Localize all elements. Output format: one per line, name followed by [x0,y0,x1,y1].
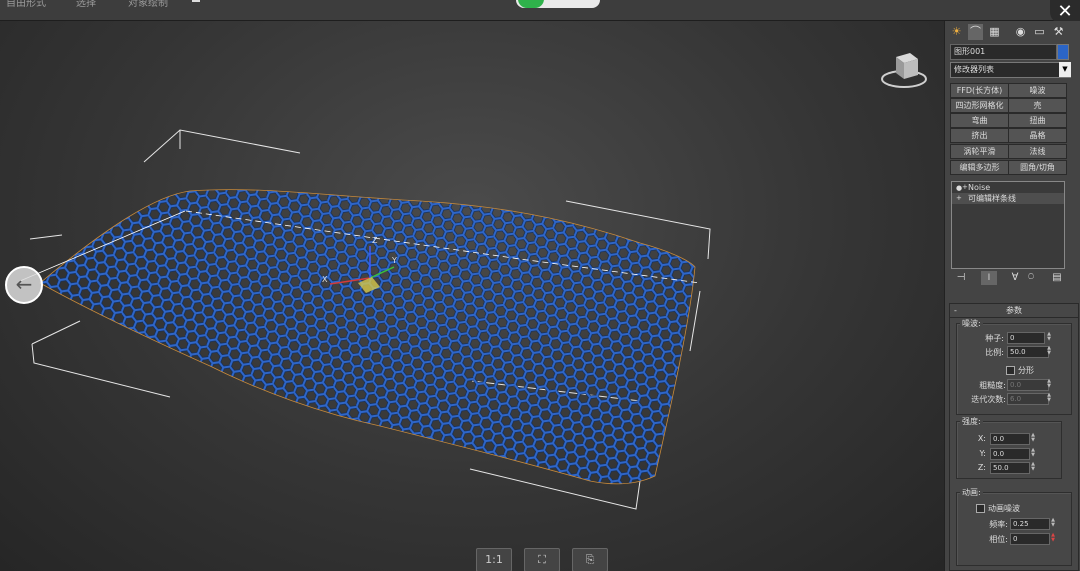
iterations-spinner[interactable]: ▲ ▼ [1046,393,1052,403]
x-strength-spinner[interactable]: ▲ ▼ [1030,433,1036,443]
perspective-viewport[interactable]: X Y Z 1:1 ⛶ ⎘ [0,21,944,571]
fit-view-button[interactable]: ⛶ [524,548,560,571]
modifier-stack[interactable]: ● + Noise + 可编辑样条线 [951,181,1065,269]
stack-item-label: Noise [968,183,991,192]
mod-quadify-button[interactable]: 四边形网格化 [950,98,1009,113]
pin-stack-icon[interactable]: ⊣ [953,271,969,285]
svg-text:Y: Y [391,256,397,265]
tab-hierarchy-icon[interactable]: ▦ [987,24,1002,40]
expand-icon[interactable]: + [956,193,962,204]
menu-selection[interactable]: 选择 [76,0,96,9]
seed-input[interactable]: 0 [1007,332,1045,344]
mod-twist-button[interactable]: 扭曲 [1008,113,1067,128]
svg-text:X: X [322,275,328,284]
y-strength-input[interactable]: 0.0 [990,448,1030,460]
tab-utilities-icon[interactable]: ⚒ [1051,24,1066,40]
z-strength-input[interactable]: 50.0 [990,462,1030,474]
mod-turbosmooth-button[interactable]: 涡轮平滑 [950,144,1009,159]
fractal-label: 分形 [1018,366,1034,375]
zoom-1-1-button[interactable]: 1:1 [476,548,512,571]
iterations-input[interactable]: 6.0 [1007,393,1049,405]
menu-freeform[interactable]: 自由形式 [6,0,46,9]
tab-create-icon[interactable]: ☀ [949,24,964,40]
configure-sets-icon[interactable]: ▤ [1049,271,1065,285]
menu-object-paint[interactable]: 对象绘制 [128,0,168,9]
roughness-spinner[interactable]: ▲ ▼ [1046,379,1052,389]
make-unique-icon[interactable]: ∀ [1007,271,1023,285]
honeycomb-mesh[interactable] [39,189,696,485]
scale-label: 比例: [985,348,1004,357]
y-strength-label: Y: [979,449,986,458]
mod-lattice-button[interactable]: 晶格 [1008,128,1067,143]
stack-item-noise[interactable]: ● + Noise [952,182,1064,193]
roughness-label: 粗糙度: [979,381,1006,390]
stack-item-editable-spline[interactable]: + 可编辑样条线 [952,193,1064,204]
mod-fillet-chamfer-button[interactable]: 圆角/切角 [1008,160,1067,175]
chevron-down-icon[interactable]: ▼ [1059,62,1071,77]
frequency-spinner[interactable]: ▲ ▼ [1050,518,1056,528]
stack-toolbar: ⊣ ⏽ ∀ ⍥ ▤ [949,271,1077,287]
command-panel: ☀ ⌒ ▦ ◉ ▭ ⚒ 图形001 修改器列表 ▼ FFD(长方体) 噪波 四边… [944,21,1080,571]
parameters-rollout: - 参数 噪波: 种子: 0 ▲ ▼ 比例: 50.0 ▲ ▼ 分形 粗糙度: 0.… [949,303,1079,571]
roughness-input[interactable]: 0.0 [1007,379,1049,391]
status-dot-icon [518,0,544,8]
stack-item-label: 可编辑样条线 [968,194,1016,203]
seed-label: 种子: [985,334,1004,343]
animate-noise-label: 动画噪波 [988,504,1020,513]
x-strength-input[interactable]: 0.0 [990,433,1030,445]
z-strength-label: Z: [977,463,986,472]
fractal-checkbox[interactable] [1006,366,1015,375]
mod-normal-button[interactable]: 法线 [1008,144,1067,159]
collapse-icon[interactable]: - [954,304,957,317]
mod-extrude-button[interactable]: 挤出 [950,128,1009,143]
view-cube[interactable] [880,45,928,89]
scale-input[interactable]: 50.0 [1007,346,1049,358]
export-view-button[interactable]: ⎘ [572,548,608,571]
seed-spinner[interactable]: ▲ ▼ [1046,332,1052,342]
strength-group-label: 强度: [960,416,983,427]
phase-label: 相位: [989,535,1008,544]
scene-canvas[interactable]: X Y Z [0,21,944,571]
tab-modify-icon[interactable]: ⌒ [968,24,983,40]
status-pill[interactable]: ok [516,0,600,8]
modifier-list-dropdown[interactable]: 修改器列表 ▼ [950,62,1071,78]
svg-text:Z: Z [372,236,378,245]
iterations-label: 迭代次数: [971,395,1006,404]
object-color-swatch[interactable] [1057,44,1069,60]
modifier-list-label: 修改器列表 [954,65,994,74]
x-strength-label: X: [977,434,986,443]
animation-group-label: 动画: [960,487,983,498]
mod-ffd-box-button[interactable]: FFD(长方体) [950,83,1009,98]
mod-shell-button[interactable]: 壳 [1008,98,1067,113]
scale-spinner[interactable]: ▲ ▼ [1046,346,1052,356]
frequency-input[interactable]: 0.25 [1010,518,1050,530]
title-bar: 自由形式 选择 对象绘制 ok [0,0,1080,21]
show-end-result-icon[interactable]: ⏽ [981,271,997,285]
phase-input[interactable]: 0 [1010,533,1050,545]
tab-motion-icon[interactable]: ◉ [1013,24,1028,40]
frequency-label: 频率: [989,520,1008,529]
expand-icon[interactable]: + [962,182,968,193]
rollout-header[interactable]: - 参数 [950,304,1078,318]
rollout-title: 参数 [1006,306,1022,315]
menu-dropdown-icon[interactable] [192,0,200,2]
tab-display-icon[interactable]: ▭ [1032,24,1047,40]
panel-tabs: ☀ ⌒ ▦ ◉ ▭ ⚒ [949,24,1079,42]
mod-noise-button[interactable]: 噪波 [1008,83,1067,98]
y-strength-spinner[interactable]: ▲ ▼ [1030,448,1036,458]
mod-edit-poly-button[interactable]: 编辑多边形 [950,160,1009,175]
object-name-field[interactable]: 图形001 [950,44,1057,60]
animate-noise-checkbox[interactable] [976,504,985,513]
phase-spinner[interactable]: ▲ ▼ [1050,533,1056,543]
nav-prev-button[interactable]: ← [5,266,43,304]
z-strength-spinner[interactable]: ▲ ▼ [1030,462,1036,472]
remove-modifier-icon[interactable]: ⍥ [1023,271,1039,285]
mod-bend-button[interactable]: 弯曲 [950,113,1009,128]
noise-group-label: 噪波: [960,318,983,329]
